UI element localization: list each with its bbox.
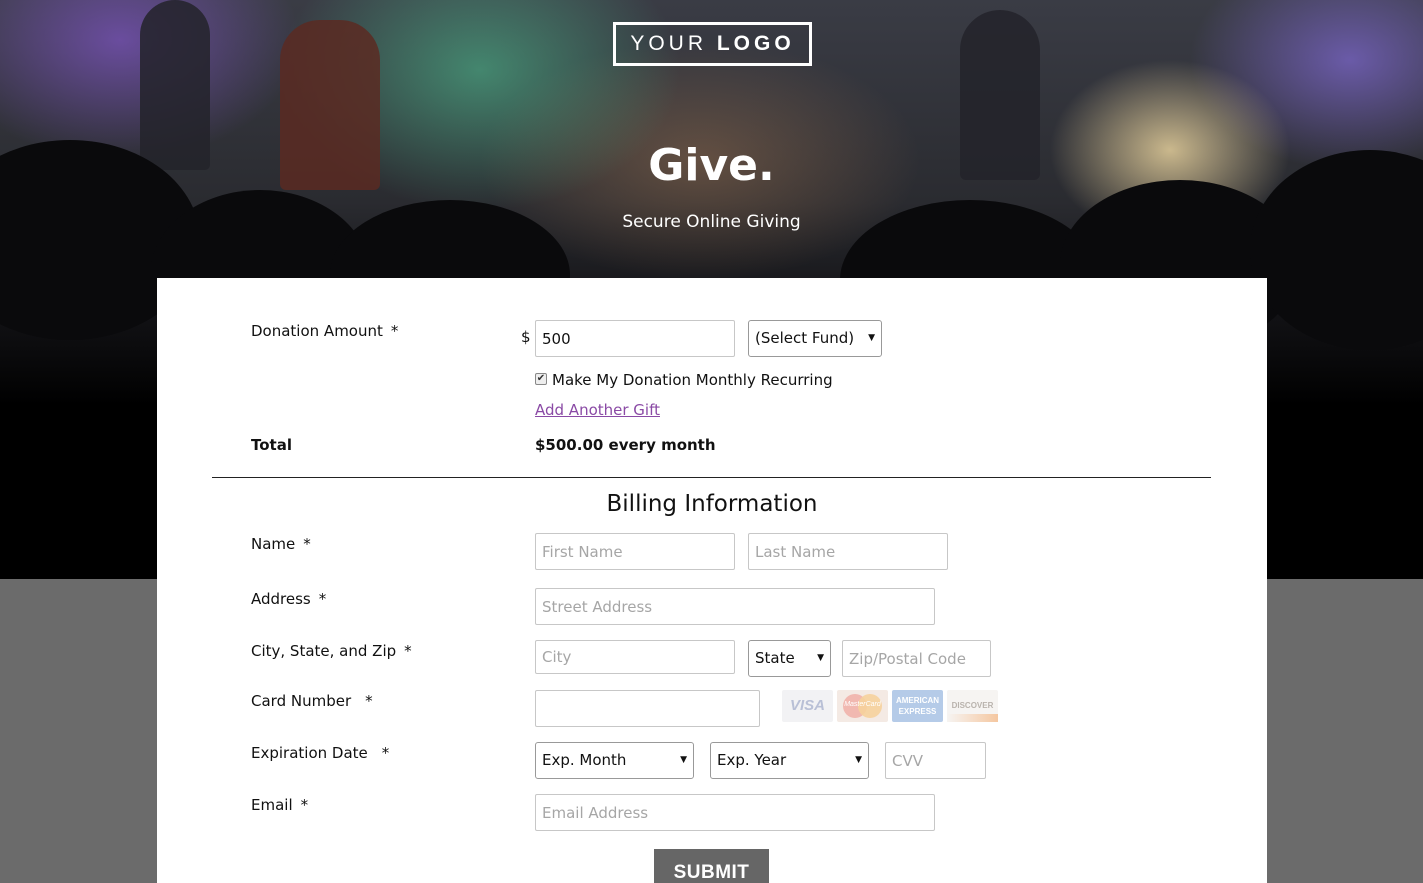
name-label: Name *: [251, 535, 311, 553]
last-name-input[interactable]: [748, 533, 948, 570]
required-marker: *: [318, 590, 327, 608]
hero-subtitle: Secure Online Giving: [622, 212, 801, 232]
donation-amount-input[interactable]: [535, 320, 735, 357]
mastercard-logo: MasterCard: [837, 690, 888, 722]
fund-select[interactable]: (Select Fund) ▼: [748, 320, 882, 357]
exp-month-select[interactable]: Exp. Month ▼: [535, 742, 694, 779]
billing-heading: Billing Information: [606, 491, 818, 517]
city-state-zip-label-text: City, State, and Zip: [251, 642, 397, 660]
required-marker: *: [300, 796, 309, 814]
hero-title: Give.: [648, 140, 775, 191]
donation-amount-label-text: Donation Amount: [251, 322, 383, 340]
required-marker: *: [365, 692, 373, 710]
recurring-label: Make My Donation Monthly Recurring: [552, 371, 833, 389]
city-state-zip-label: City, State, and Zip *: [251, 642, 412, 660]
chevron-down-icon: ▼: [680, 755, 687, 765]
street-address-input[interactable]: [535, 588, 935, 625]
required-marker: *: [390, 322, 399, 340]
name-label-text: Name: [251, 535, 296, 553]
cvv-input[interactable]: [885, 742, 986, 779]
address-label-text: Address: [251, 590, 311, 608]
exp-month-value: Exp. Month: [542, 751, 627, 769]
section-divider: [212, 477, 1211, 478]
email-label-text: Email: [251, 796, 293, 814]
email-label: Email *: [251, 796, 308, 814]
fund-select-value: (Select Fund): [755, 329, 855, 347]
donation-form: Donation Amount * $ (Select Fund) ▼ ✔ Mak…: [157, 278, 1267, 883]
email-input[interactable]: [535, 794, 935, 831]
state-select-value: State: [755, 649, 795, 667]
discover-logo: DISCOVER: [947, 690, 998, 722]
currency-symbol: $: [521, 328, 531, 346]
chevron-down-icon: ▼: [868, 333, 875, 343]
expiration-label-text: Expiration Date: [251, 744, 368, 762]
card-number-input[interactable]: [535, 690, 760, 727]
exp-year-select[interactable]: Exp. Year ▼: [710, 742, 869, 779]
card-number-label: Card Number *: [251, 692, 373, 710]
total-value: $500.00 every month: [535, 436, 716, 454]
site-logo[interactable]: YOUR LOGO: [613, 22, 812, 66]
card-number-label-text: Card Number: [251, 692, 352, 710]
required-marker: *: [381, 744, 390, 762]
donation-amount-label: Donation Amount *: [251, 322, 398, 340]
required-marker: *: [303, 535, 311, 553]
amex-logo: AMERICAN EXPRESS: [892, 690, 943, 722]
exp-year-value: Exp. Year: [717, 751, 787, 769]
logo-word-2: LOGO: [716, 32, 795, 55]
recurring-checkbox[interactable]: ✔: [535, 373, 547, 385]
logo-word-1: YOUR: [630, 32, 707, 55]
zip-input[interactable]: [842, 640, 991, 677]
address-label: Address *: [251, 590, 326, 608]
total-label: Total: [251, 436, 292, 454]
visa-logo: VISA: [782, 690, 833, 722]
city-input[interactable]: [535, 640, 735, 674]
submit-button[interactable]: SUBMIT: [654, 849, 769, 883]
chevron-down-icon: ▼: [855, 755, 862, 765]
state-select[interactable]: State ▼: [748, 640, 831, 677]
add-another-gift-link[interactable]: Add Another Gift: [535, 401, 660, 419]
expiration-label: Expiration Date *: [251, 744, 389, 762]
required-marker: *: [404, 642, 412, 660]
first-name-input[interactable]: [535, 533, 735, 570]
chevron-down-icon: ▼: [817, 653, 824, 663]
